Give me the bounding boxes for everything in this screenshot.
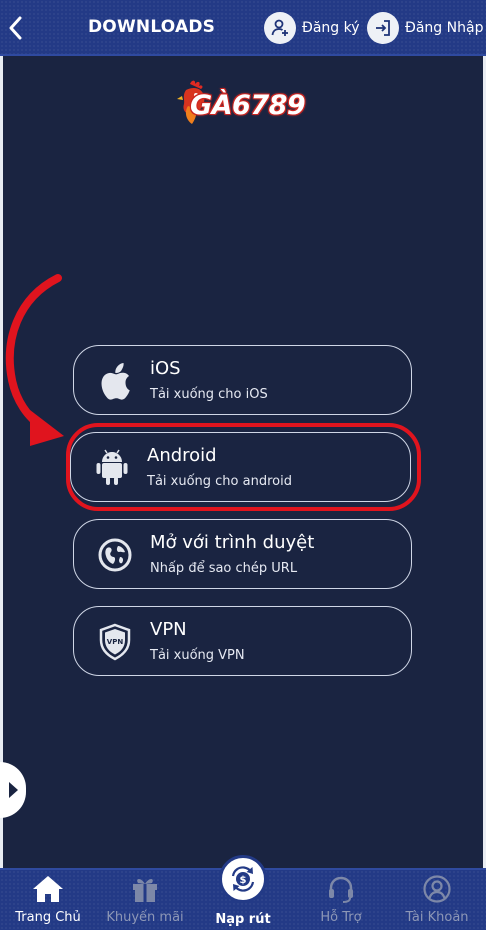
home-icon — [33, 876, 63, 902]
register-label: Đăng ký — [302, 20, 360, 36]
nav-home[interactable]: Trang Chủ — [14, 874, 82, 930]
globe-icon — [96, 536, 134, 574]
svg-text:VPN: VPN — [107, 638, 124, 646]
login-button[interactable]: Đăng Nhập — [367, 11, 483, 45]
option-subtitle: Tải xuống cho iOS — [150, 387, 268, 402]
option-subtitle: Tải xuống VPN — [150, 648, 245, 663]
nav-label: Khuyến mãi — [106, 910, 184, 925]
header-bar: DOWNLOADS Đăng ký Đăng Nhập — [0, 0, 486, 56]
back-button[interactable] — [2, 12, 28, 44]
vpn-shield-icon: VPN — [96, 623, 134, 661]
nav-label: Nạp rút — [215, 912, 271, 927]
headset-icon — [329, 876, 353, 903]
register-button[interactable]: Đăng ký — [264, 11, 360, 45]
vpn-download-button[interactable]: VPN VPN Tải xuống VPN — [73, 606, 412, 676]
nav-label: Hỗ Trợ — [320, 910, 362, 925]
login-label: Đăng Nhập — [405, 20, 484, 36]
gift-icon — [133, 879, 157, 902]
caret-right-icon — [9, 782, 18, 798]
ios-download-button[interactable]: iOS Tải xuống cho iOS — [73, 345, 412, 415]
option-subtitle: Nhấp để sao chép URL — [150, 561, 298, 576]
chevron-left-icon — [9, 16, 22, 40]
nav-support[interactable]: Hỗ Trợ — [312, 874, 370, 930]
option-subtitle: Tải xuống cho android — [147, 474, 292, 489]
deposit-icon[interactable]: $ — [219, 855, 267, 903]
option-title: Android — [147, 445, 217, 466]
brand-logo: GÀ6789 — [176, 76, 310, 132]
page-title: DOWNLOADS — [88, 17, 216, 37]
option-title: VPN — [150, 619, 187, 640]
android-download-button[interactable]: Android Tải xuống cho android — [70, 432, 411, 502]
nav-account[interactable]: Tài Khoản — [403, 874, 471, 930]
svg-text:$: $ — [240, 875, 247, 886]
logo-text: GÀ6789 — [190, 90, 306, 121]
option-title: iOS — [150, 358, 181, 379]
nav-label: Trang Chủ — [15, 910, 81, 925]
open-in-browser-button[interactable]: Mở với trình duyệt Nhấp để sao chép URL — [73, 519, 412, 589]
nav-promotions[interactable]: Khuyến mãi — [105, 874, 185, 930]
user-icon — [423, 875, 451, 903]
login-icon — [367, 12, 399, 44]
option-title: Mở với trình duyệt — [150, 532, 315, 553]
nav-label: Tài Khoản — [405, 910, 469, 925]
apple-icon — [96, 362, 134, 400]
android-icon — [93, 449, 131, 487]
add-user-icon — [264, 12, 296, 44]
